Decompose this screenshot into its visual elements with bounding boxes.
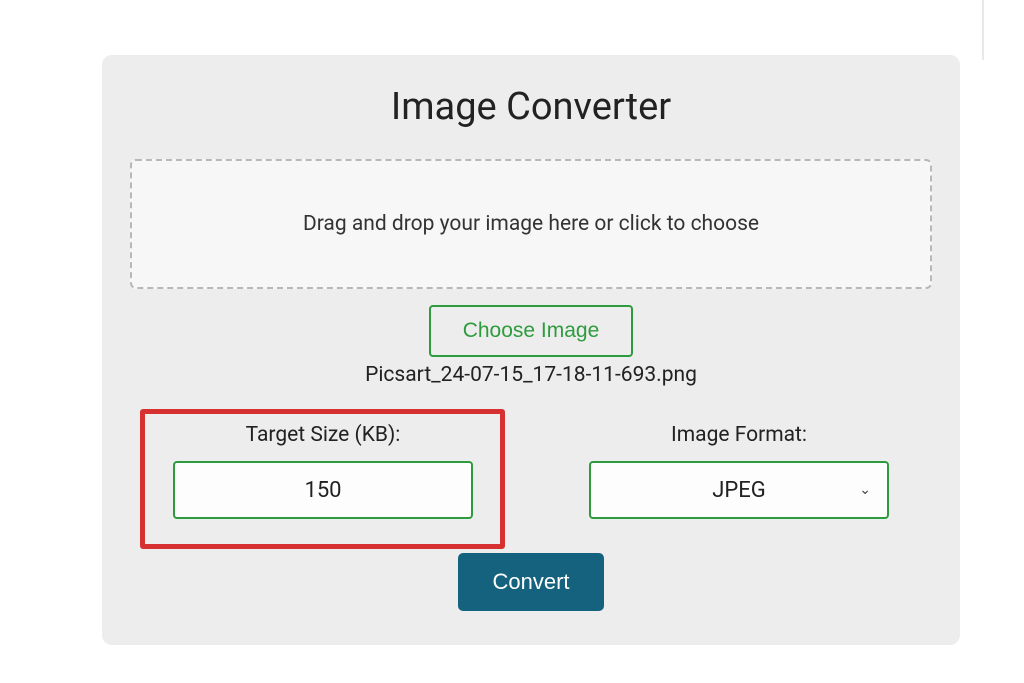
image-format-label: Image Format:: [671, 423, 807, 447]
convert-button[interactable]: Convert: [458, 553, 603, 611]
image-format-select[interactable]: JPEG ⌄: [589, 461, 889, 519]
image-format-value: JPEG: [712, 478, 766, 503]
target-size-label: Target Size (KB):: [246, 423, 401, 447]
chevron-down-icon: ⌄: [859, 482, 871, 498]
dropzone-text: Drag and drop your image here or click t…: [303, 212, 759, 236]
dropzone[interactable]: Drag and drop your image here or click t…: [130, 159, 932, 289]
image-format-group: Image Format: JPEG ⌄: [576, 423, 902, 519]
divider-line: [982, 0, 984, 60]
choose-image-button[interactable]: Choose Image: [429, 305, 634, 357]
target-size-input[interactable]: 150: [173, 461, 473, 519]
selected-filename: Picsart_24-07-15_17-18-11-693.png: [130, 363, 932, 387]
converter-panel: Image Converter Drag and drop your image…: [102, 55, 960, 645]
page-title: Image Converter: [130, 85, 932, 129]
target-size-group: Target Size (KB): 150: [160, 423, 486, 519]
